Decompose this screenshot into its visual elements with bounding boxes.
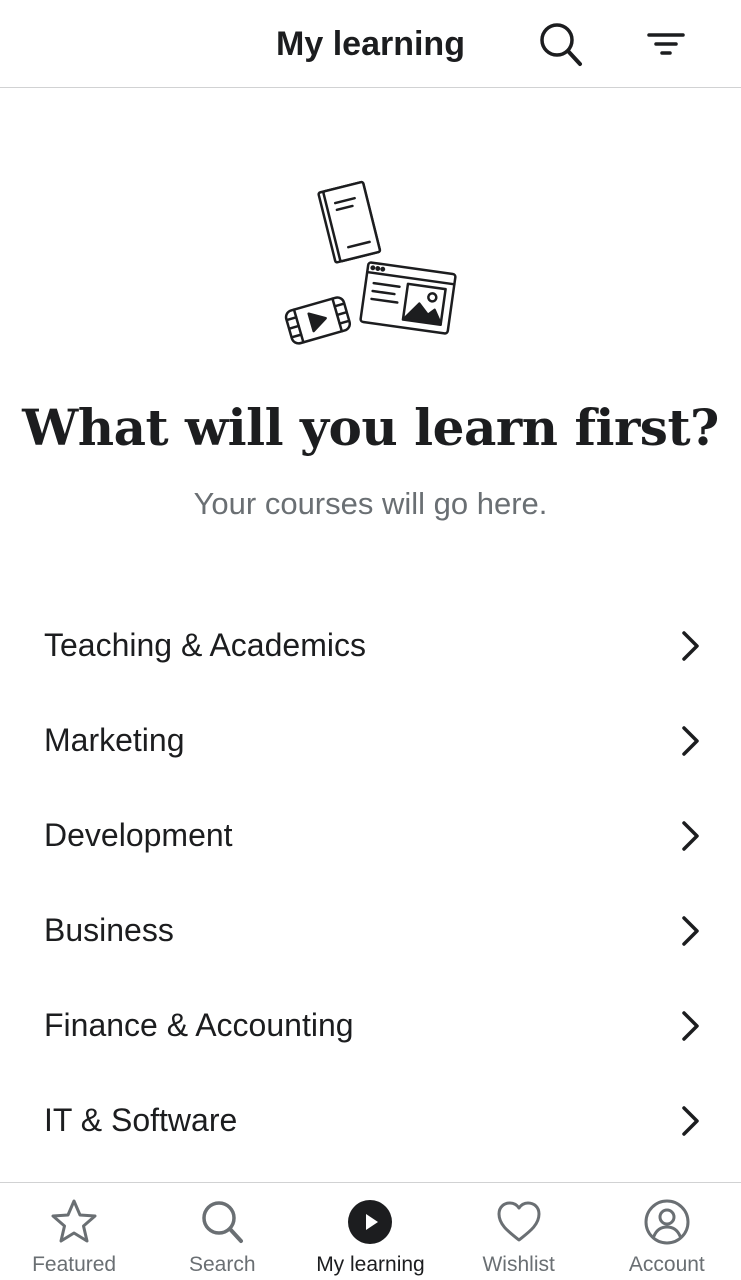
category-label: Teaching & Academics: [44, 627, 366, 663]
category-list: Teaching & Academics Marketing Developme…: [0, 598, 741, 1168]
search-icon: [540, 23, 582, 66]
chevron-right-icon: [682, 1011, 699, 1041]
category-item-marketing[interactable]: Marketing: [0, 693, 741, 788]
chevron-right-icon: [682, 1106, 699, 1136]
filter-button[interactable]: [640, 18, 692, 70]
category-label: Business: [44, 912, 174, 948]
category-label: Marketing: [44, 722, 185, 758]
nav-my-learning[interactable]: My learning: [296, 1183, 444, 1280]
nav-label: Wishlist: [482, 1253, 555, 1276]
empty-state-subtitle: Your courses will go here.: [193, 486, 548, 521]
app-screen: My learning What will you learn first? Y…: [0, 0, 741, 1280]
chevron-right-icon: [682, 916, 699, 946]
page-title: My learning: [276, 25, 465, 63]
bottom-navigation: Featured Search My learning Wishlist Acc…: [0, 1182, 741, 1280]
heart-icon: [497, 1201, 541, 1242]
video-icon: [284, 296, 352, 345]
category-item-development[interactable]: Development: [0, 788, 741, 883]
chevron-right-icon: [682, 726, 699, 756]
search-button[interactable]: [534, 18, 586, 70]
nav-featured[interactable]: Featured: [0, 1183, 148, 1280]
browser-icon: [359, 261, 457, 335]
chevron-right-icon: [682, 821, 699, 851]
book-icon: [317, 180, 382, 264]
nav-wishlist[interactable]: Wishlist: [445, 1183, 593, 1280]
category-item-business[interactable]: Business: [0, 883, 741, 978]
star-icon: [51, 1199, 97, 1243]
user-circle-icon: [644, 1199, 690, 1245]
category-label: IT & Software: [44, 1102, 238, 1138]
search-icon: [202, 1201, 244, 1243]
learning-illustration: [280, 176, 460, 356]
chevron-right-icon: [682, 631, 699, 661]
category-item-teaching-academics[interactable]: Teaching & Academics: [0, 598, 741, 693]
nav-label: Account: [628, 1253, 705, 1276]
filter-icon: [647, 33, 685, 55]
category-item-finance-accounting[interactable]: Finance & Accounting: [0, 978, 741, 1073]
category-item-it-software[interactable]: IT & Software: [0, 1073, 741, 1168]
top-app-bar: My learning: [0, 0, 741, 88]
nav-search[interactable]: Search: [148, 1183, 296, 1280]
empty-state-title: What will you learn first?: [22, 398, 719, 457]
category-label: Development: [44, 817, 233, 853]
nav-account[interactable]: Account: [593, 1183, 741, 1280]
nav-label: Featured: [32, 1253, 117, 1276]
nav-label: Search: [189, 1253, 256, 1276]
category-label: Finance & Accounting: [44, 1007, 354, 1043]
nav-label: My learning: [316, 1253, 425, 1276]
play-circle-icon: [348, 1200, 393, 1244]
